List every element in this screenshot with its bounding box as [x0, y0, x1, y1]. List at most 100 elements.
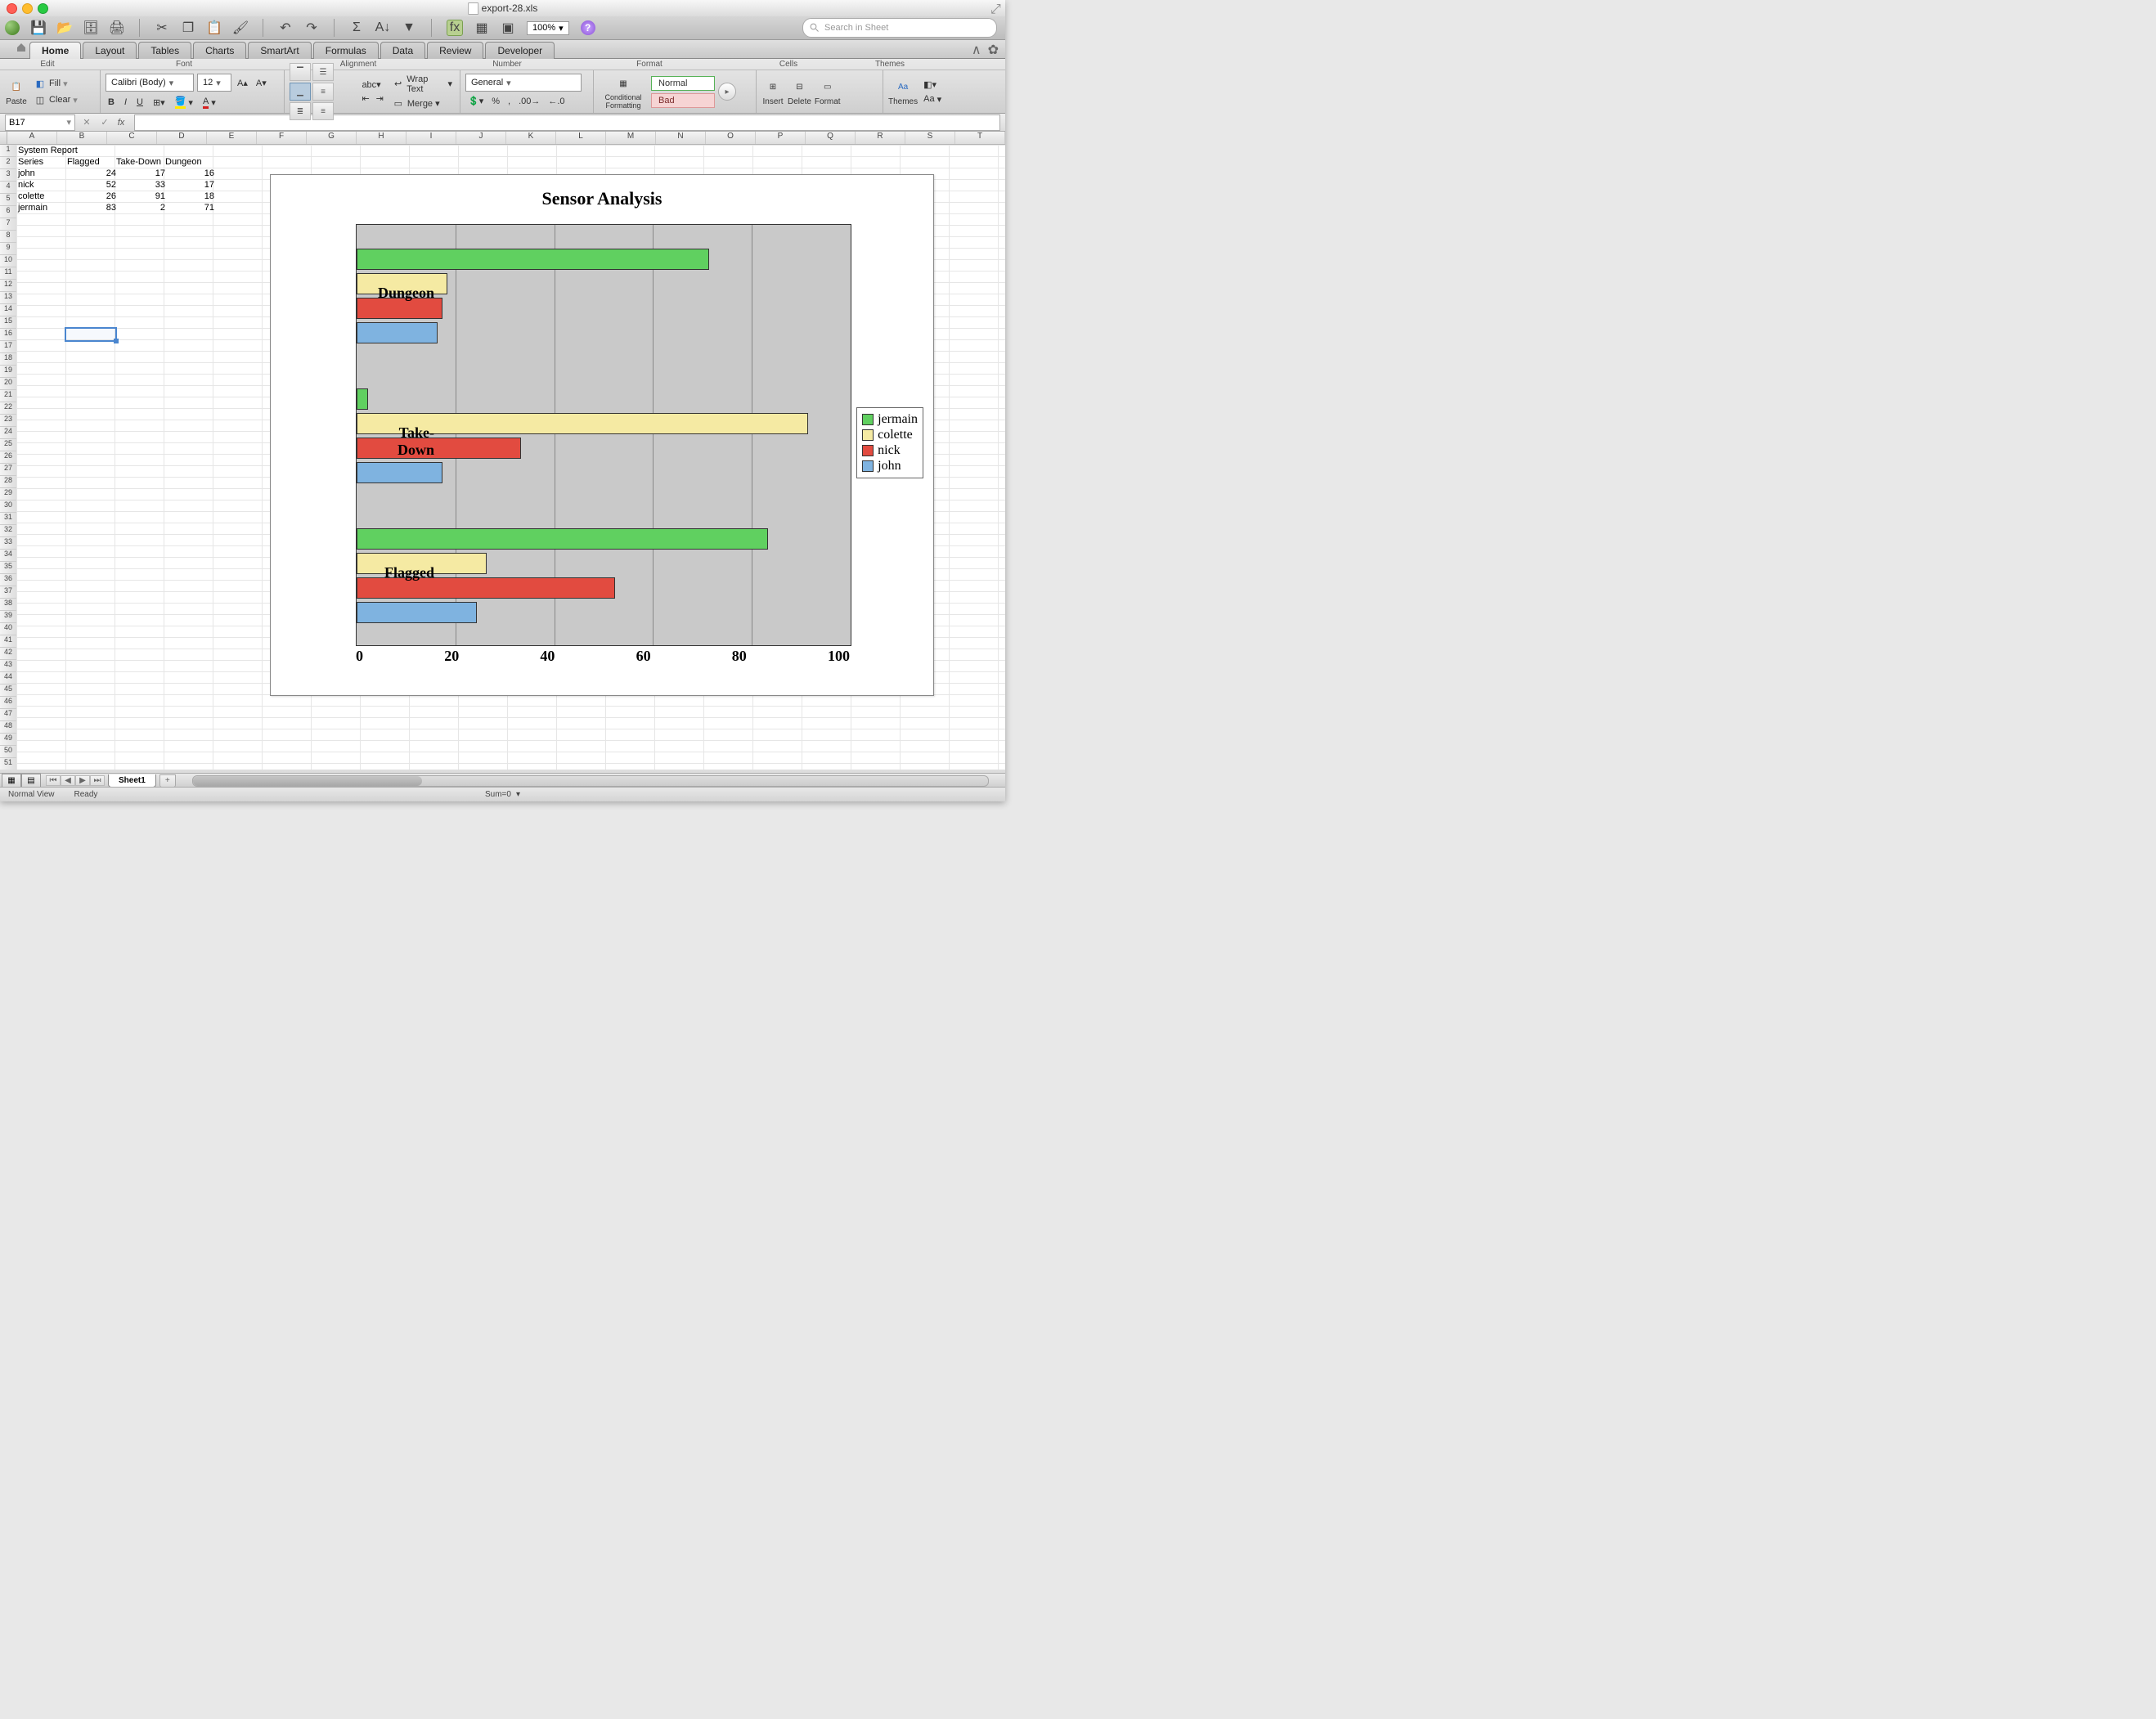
legend-item-john[interactable]: john: [862, 459, 918, 474]
close-window-button[interactable]: [7, 3, 17, 14]
cell-C3[interactable]: 17: [115, 168, 167, 179]
bar-Dungeon-john[interactable]: [357, 322, 438, 343]
font-name-select[interactable]: Calibri (Body)▾: [106, 74, 194, 92]
row-header-11[interactable]: 11: [0, 267, 16, 280]
row-header-27[interactable]: 27: [0, 464, 16, 476]
copy-icon[interactable]: ❐: [181, 20, 195, 35]
legend-item-jermain[interactable]: jermain: [862, 412, 918, 427]
orientation-button[interactable]: abc▾: [359, 79, 385, 91]
col-header-J[interactable]: J: [456, 132, 506, 144]
row-header-4[interactable]: 4: [0, 182, 16, 194]
paste-icon[interactable]: 📋: [207, 20, 222, 35]
row-header-31[interactable]: 31: [0, 513, 16, 525]
tab-review[interactable]: Review: [427, 42, 483, 59]
fill-color-button[interactable]: 🪣▾: [173, 95, 195, 110]
cell-C6[interactable]: 2: [115, 202, 167, 213]
font-color-button[interactable]: A▾: [200, 96, 218, 110]
row-header-39[interactable]: 39: [0, 611, 16, 623]
cell-B6[interactable]: 83: [65, 202, 118, 213]
worksheet-grid[interactable]: ABCDEFGHIJKLMNOPQRST 1234567891011121314…: [0, 132, 1005, 770]
cell-D3[interactable]: 16: [164, 168, 216, 179]
row-header-21[interactable]: 21: [0, 390, 16, 402]
row-header-37[interactable]: 37: [0, 586, 16, 599]
insert-cells-button[interactable]: ⊞Insert: [761, 77, 784, 106]
row-header-49[interactable]: 49: [0, 734, 16, 746]
row-header-23[interactable]: 23: [0, 415, 16, 427]
row-header-1[interactable]: 1: [0, 145, 16, 157]
decrease-decimal-button[interactable]: ←.0: [546, 95, 567, 107]
status-sum[interactable]: Sum=0▾: [485, 790, 520, 799]
row-header-19[interactable]: 19: [0, 366, 16, 378]
tab-data[interactable]: Data: [380, 42, 425, 59]
cell-D2[interactable]: Dungeon: [164, 156, 216, 168]
col-header-Q[interactable]: Q: [806, 132, 856, 144]
name-box[interactable]: B17▾: [5, 114, 75, 131]
row-header-28[interactable]: 28: [0, 476, 16, 488]
format-cells-button[interactable]: ▭Format: [815, 77, 841, 106]
cell-D4[interactable]: 17: [164, 179, 216, 191]
file-save-icon[interactable]: 💾: [31, 20, 46, 35]
cell-styles-more-button[interactable]: ▸: [718, 83, 736, 101]
select-all-corner[interactable]: [0, 132, 7, 144]
tab-layout[interactable]: Layout: [83, 42, 137, 59]
tab-formulas[interactable]: Formulas: [313, 42, 379, 59]
theme-fonts-button[interactable]: Aa▾: [921, 93, 944, 105]
cell-C2[interactable]: Take-Down: [115, 156, 167, 168]
col-header-R[interactable]: R: [856, 132, 905, 144]
row-header-48[interactable]: 48: [0, 721, 16, 734]
col-header-F[interactable]: F: [257, 132, 307, 144]
row-header-26[interactable]: 26: [0, 451, 16, 464]
row-header-5[interactable]: 5: [0, 194, 16, 206]
file-save-as-icon[interactable]: 🗄: [83, 20, 98, 35]
sheet-tab-sheet1[interactable]: Sheet1: [108, 774, 156, 788]
theme-colors-button[interactable]: ◧▾: [921, 79, 944, 91]
row-header-17[interactable]: 17: [0, 341, 16, 353]
cell-style-bad[interactable]: Bad: [651, 93, 715, 108]
cell-A4[interactable]: nick: [16, 179, 69, 191]
toolbox-icon[interactable]: ▦: [474, 20, 489, 35]
row-header-20[interactable]: 20: [0, 378, 16, 390]
col-header-K[interactable]: K: [506, 132, 556, 144]
col-header-A[interactable]: A: [7, 132, 57, 144]
col-header-B[interactable]: B: [57, 132, 107, 144]
cell-D6[interactable]: 71: [164, 202, 216, 213]
col-header-L[interactable]: L: [556, 132, 606, 144]
formula-input[interactable]: [134, 114, 1000, 131]
sheet-nav-prev[interactable]: ◀: [61, 775, 75, 786]
col-header-P[interactable]: P: [756, 132, 806, 144]
shrink-font-button[interactable]: A▾: [254, 74, 269, 92]
delete-cells-button[interactable]: ⊟Delete: [788, 77, 811, 106]
row-header-41[interactable]: 41: [0, 635, 16, 648]
filter-icon[interactable]: ▼: [402, 20, 416, 35]
row-header-15[interactable]: 15: [0, 316, 16, 329]
row-header-25[interactable]: 25: [0, 439, 16, 451]
row-header-43[interactable]: 43: [0, 660, 16, 672]
align-bottom-button[interactable]: ▁: [290, 83, 311, 101]
col-header-M[interactable]: M: [606, 132, 656, 144]
collapse-ribbon-icon[interactable]: ∧: [972, 42, 981, 58]
undo-icon[interactable]: ↶: [278, 20, 293, 35]
align-top-button[interactable]: ▔: [290, 63, 311, 81]
help-icon[interactable]: ?: [581, 20, 595, 35]
row-header-42[interactable]: 42: [0, 648, 16, 660]
row-header-35[interactable]: 35: [0, 562, 16, 574]
embedded-chart[interactable]: Sensor AnalysisDungeonTake-DownFlagged02…: [270, 174, 934, 696]
col-header-O[interactable]: O: [706, 132, 756, 144]
col-header-S[interactable]: S: [905, 132, 955, 144]
decrease-indent-button[interactable]: ⇤: [359, 92, 371, 105]
row-header-16[interactable]: 16: [0, 329, 16, 341]
bar-Take-Down-john[interactable]: [357, 462, 442, 483]
cell-A3[interactable]: john: [16, 168, 69, 179]
row-header-8[interactable]: 8: [0, 231, 16, 243]
align-left-button[interactable]: ≡: [312, 83, 334, 101]
minimize-window-button[interactable]: [22, 3, 33, 14]
legend-item-colette[interactable]: colette: [862, 428, 918, 442]
normal-view-button[interactable]: ▦: [2, 774, 21, 788]
row-header-47[interactable]: 47: [0, 709, 16, 721]
row-header-22[interactable]: 22: [0, 402, 16, 415]
row-header-46[interactable]: 46: [0, 697, 16, 709]
themes-button[interactable]: AaThemes: [888, 77, 918, 106]
search-sheet-input[interactable]: Search in Sheet: [802, 18, 997, 38]
sheet-nav-last[interactable]: ⏭: [90, 775, 105, 786]
sheet-nav-first[interactable]: ⏮: [46, 775, 61, 786]
